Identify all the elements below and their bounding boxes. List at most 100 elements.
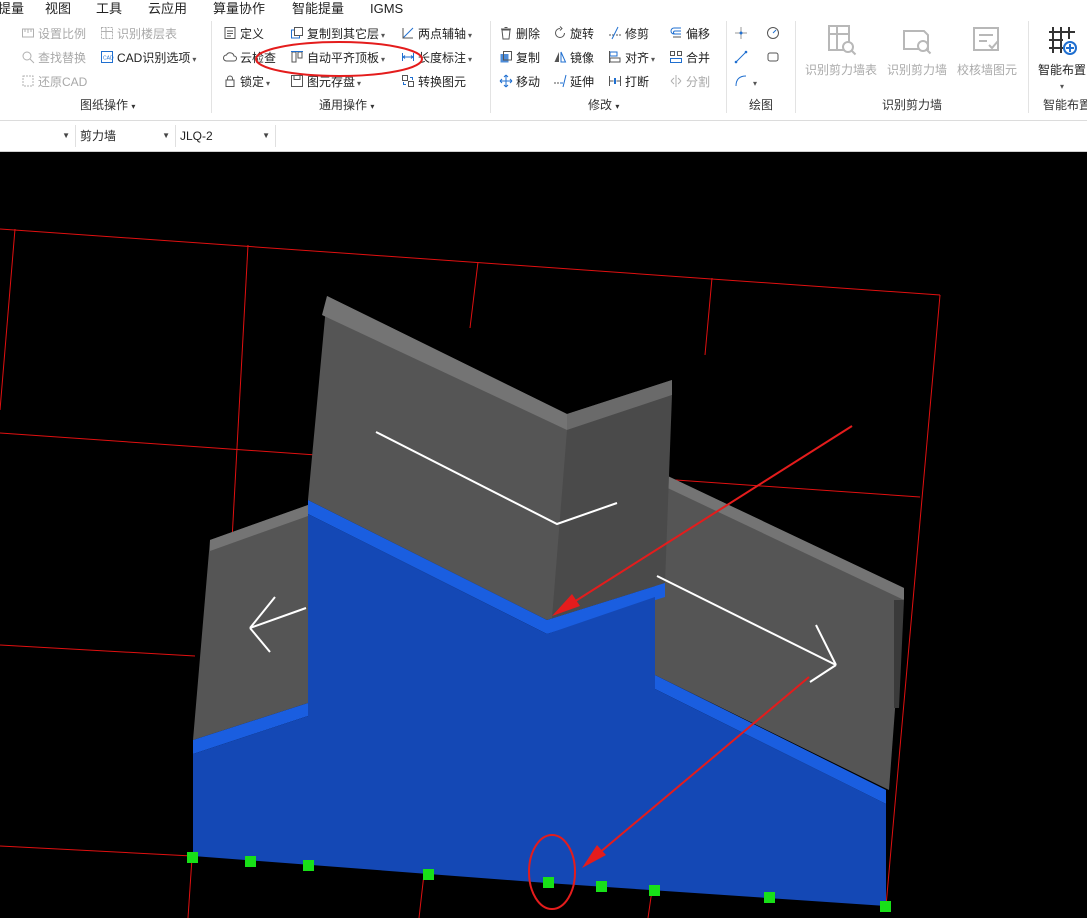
copy-icon — [499, 50, 513, 64]
ribbon-separator — [490, 21, 491, 113]
menu-item-tools[interactable]: 工具 — [96, 0, 122, 17]
svg-text:CAD: CAD — [103, 56, 114, 62]
find-replace-icon — [21, 50, 35, 64]
move-button[interactable]: 移动 — [499, 72, 540, 92]
group-smart-layout-title: 智能布置 — [1043, 98, 1087, 112]
delete-icon — [499, 26, 513, 40]
rotate-icon — [553, 26, 567, 40]
draw-point-button[interactable] — [734, 24, 751, 44]
lock-button[interactable]: 锁定 ▾ — [223, 72, 270, 92]
aux-axis-icon — [401, 26, 415, 40]
convert-icon — [401, 74, 415, 88]
recognize-shear-wall-button[interactable]: 识别剪力墙 — [885, 23, 949, 78]
copy-floor-icon — [290, 26, 304, 40]
trim-button[interactable]: 修剪 — [608, 24, 649, 44]
ribbon-separator — [211, 21, 212, 113]
draw-circle-button[interactable] — [766, 24, 783, 44]
menu-item-collaboration[interactable]: 算量协作 — [213, 0, 265, 17]
align-icon — [608, 50, 622, 64]
circle-icon — [766, 26, 780, 40]
scale-icon — [21, 26, 35, 40]
menu-bar: 提量 视图 工具 云应用 算量协作 智能提量 IGMS — [0, 0, 1087, 17]
set-scale-button[interactable]: 设置比例 — [21, 24, 86, 44]
menu-item-view[interactable]: 视图 — [45, 0, 71, 17]
verify-wall-element-button[interactable]: 校核墙图元 — [955, 23, 1019, 78]
two-point-aux-axis-button[interactable]: 两点辅轴 ▾ — [401, 24, 472, 44]
chevron-down-icon: ▼ — [262, 131, 270, 140]
restore-icon — [21, 74, 35, 88]
auto-align-top-slab-button[interactable]: 自动平齐顶板 ▾ — [290, 48, 385, 68]
cloud-check-icon — [223, 50, 237, 64]
restore-cad-button[interactable]: 还原CAD — [21, 72, 87, 92]
align-button[interactable]: 对齐 ▾ — [608, 48, 655, 68]
split-button[interactable]: 分割 — [669, 72, 710, 92]
element-name-combo[interactable]: JLQ-2 ▼ — [180, 126, 274, 146]
convert-element-button[interactable]: 转换图元 — [401, 72, 466, 92]
copy-button[interactable]: 复制 — [499, 48, 540, 68]
menu-item-extract[interactable]: 提量 — [0, 0, 24, 17]
cad-options-button[interactable]: CAD CAD识别选项 ▾ — [100, 48, 196, 68]
group-drawing-ops-title[interactable]: 图纸操作 ▾ — [80, 97, 135, 113]
point-icon — [734, 26, 748, 40]
find-replace-button[interactable]: 查找替换 — [21, 48, 86, 68]
group-modify-title[interactable]: 修改 ▾ — [588, 97, 619, 113]
dimension-icon — [401, 50, 415, 64]
wall-table-scan-icon — [824, 23, 858, 57]
wall-verify-icon — [970, 23, 1004, 57]
property-bar: ▼ 剪力墙 ▼ JLQ-2 ▼ — [0, 121, 1087, 152]
cad-options-icon: CAD — [100, 50, 114, 64]
3d-viewport[interactable] — [0, 152, 1087, 918]
split-icon — [669, 74, 683, 88]
smart-layout-grid-icon — [1045, 23, 1079, 57]
menu-item-cloud-apps[interactable]: 云应用 — [148, 0, 187, 17]
table-scan-icon — [100, 26, 114, 40]
menu-item-igms[interactable]: IGMS — [370, 0, 403, 17]
ribbon-separator — [726, 21, 727, 113]
define-icon — [223, 26, 237, 40]
group-common-ops-title[interactable]: 通用操作 ▾ — [319, 97, 374, 113]
combo-separator — [75, 125, 76, 147]
offset-button[interactable]: 偏移 — [669, 24, 710, 44]
category-combo[interactable]: ▼ — [0, 126, 74, 146]
recognize-shear-wall-table-button[interactable]: 识别剪力墙表 — [804, 23, 878, 78]
element-save-button[interactable]: 图元存盘 ▾ — [290, 72, 361, 92]
combo-separator — [175, 125, 176, 147]
lock-icon — [223, 74, 237, 88]
draw-line-button[interactable] — [734, 48, 751, 68]
menu-item-smart-extract[interactable]: 智能提量 — [292, 0, 344, 17]
delete-button[interactable]: 删除 — [499, 24, 540, 44]
rotate-button[interactable]: 旋转 — [553, 24, 594, 44]
merge-icon — [669, 50, 683, 64]
merge-button[interactable]: 合并 — [669, 48, 710, 68]
extend-icon — [553, 74, 567, 88]
break-button[interactable]: 打断 — [608, 72, 649, 92]
offset-icon — [669, 26, 683, 40]
mirror-button[interactable]: 镜像 — [553, 48, 594, 68]
copy-to-other-floor-button[interactable]: 复制到其它层 ▾ — [290, 24, 385, 44]
chevron-down-icon: ▼ — [162, 131, 170, 140]
ribbon: 设置比例 识别楼层表 查找替换 CAD CAD识别选项 ▾ 还原CAD 图纸操作 ▾… — [0, 17, 1087, 121]
ribbon-separator — [795, 21, 796, 113]
cloud-check-button[interactable]: 云检查 — [223, 48, 276, 68]
trim-icon — [608, 26, 622, 40]
length-dimension-button[interactable]: 长度标注 ▾ — [401, 48, 472, 68]
rectangle-icon — [766, 50, 780, 64]
mirror-icon — [553, 50, 567, 64]
element-type-combo[interactable]: 剪力墙 ▼ — [80, 126, 174, 146]
move-icon — [499, 74, 513, 88]
recognize-floor-table-button[interactable]: 识别楼层表 — [100, 24, 177, 44]
define-button[interactable]: 定义 — [223, 24, 264, 44]
smart-layout-button[interactable]: 智能布置 ▾ — [1034, 23, 1087, 92]
chevron-down-icon: ▼ — [62, 131, 70, 140]
element-save-icon — [290, 74, 304, 88]
group-recognize-wall-title: 识别剪力墙 — [882, 98, 943, 112]
ribbon-separator — [1028, 21, 1029, 113]
wall-scan-icon — [900, 23, 934, 57]
group-draw-title: 绘图 — [749, 98, 774, 112]
draw-rect-button[interactable] — [766, 48, 783, 68]
arc-icon — [734, 74, 748, 88]
break-icon — [608, 74, 622, 88]
extend-button[interactable]: 延伸 — [553, 72, 594, 92]
line-icon — [734, 50, 748, 64]
draw-arc-button[interactable]: ▾ — [734, 72, 757, 92]
